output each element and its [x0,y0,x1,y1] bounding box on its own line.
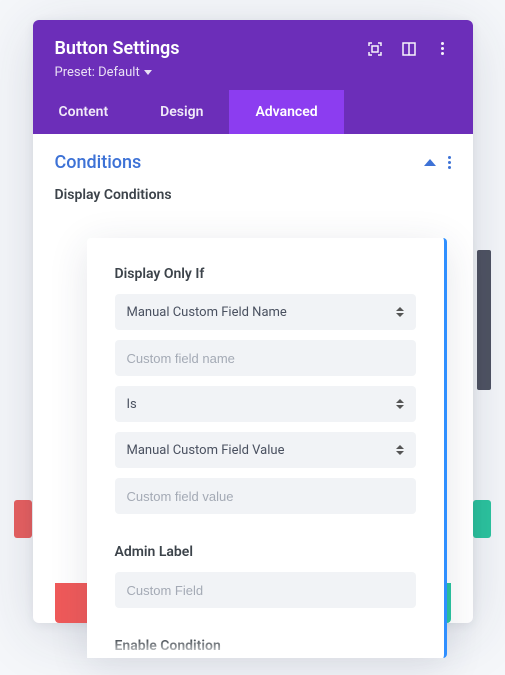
section-more-icon[interactable] [448,156,451,169]
select-arrows-icon [396,399,404,409]
panel-split-icon[interactable] [401,41,417,57]
preset-label: Preset: Default [55,65,140,80]
field-value-input-wrap [115,478,416,514]
field-name-select-value: Manual Custom Field Name [127,305,287,320]
display-conditions-label: Display Conditions [55,187,451,203]
enable-condition-label: Enable Condition [115,638,416,654]
tab-design[interactable]: Design [134,90,229,134]
underlying-confirm-peek [473,500,491,538]
more-menu-icon[interactable] [435,41,451,57]
operator-select-value: Is [127,397,137,412]
preset-selector[interactable]: Preset: Default [55,65,451,80]
modal-header: Button Settings [33,20,473,90]
field-name-input[interactable] [127,351,404,366]
field-value-input[interactable] [127,489,404,504]
tab-advanced[interactable]: Advanced [229,90,343,134]
settings-modal: Button Settings [33,20,473,623]
underlying-cancel-peek [14,500,32,538]
admin-label-input-wrap [115,572,416,608]
select-arrows-icon [396,445,404,455]
section-title-conditions: Conditions [55,152,142,173]
condition-editor-card: Display Only If Manual Custom Field Name… [87,238,447,658]
caret-down-icon [144,70,152,75]
admin-label-input[interactable] [127,583,404,598]
select-arrows-icon [396,307,404,317]
collapse-section-icon[interactable] [424,159,436,166]
modal-title: Button Settings [55,38,180,59]
admin-label-label: Admin Label [115,544,416,560]
display-only-if-label: Display Only If [115,266,416,282]
operator-select[interactable]: Is [115,386,416,422]
expand-icon[interactable] [367,41,383,57]
field-value-select[interactable]: Manual Custom Field Value [115,432,416,468]
field-name-input-wrap [115,340,416,376]
field-name-select[interactable]: Manual Custom Field Name [115,294,416,330]
tab-content[interactable]: Content [33,90,135,134]
field-value-select-value: Manual Custom Field Value [127,443,285,458]
underlying-dark-panel [477,250,491,390]
modal-tabs: Content Design Advanced [33,90,473,134]
